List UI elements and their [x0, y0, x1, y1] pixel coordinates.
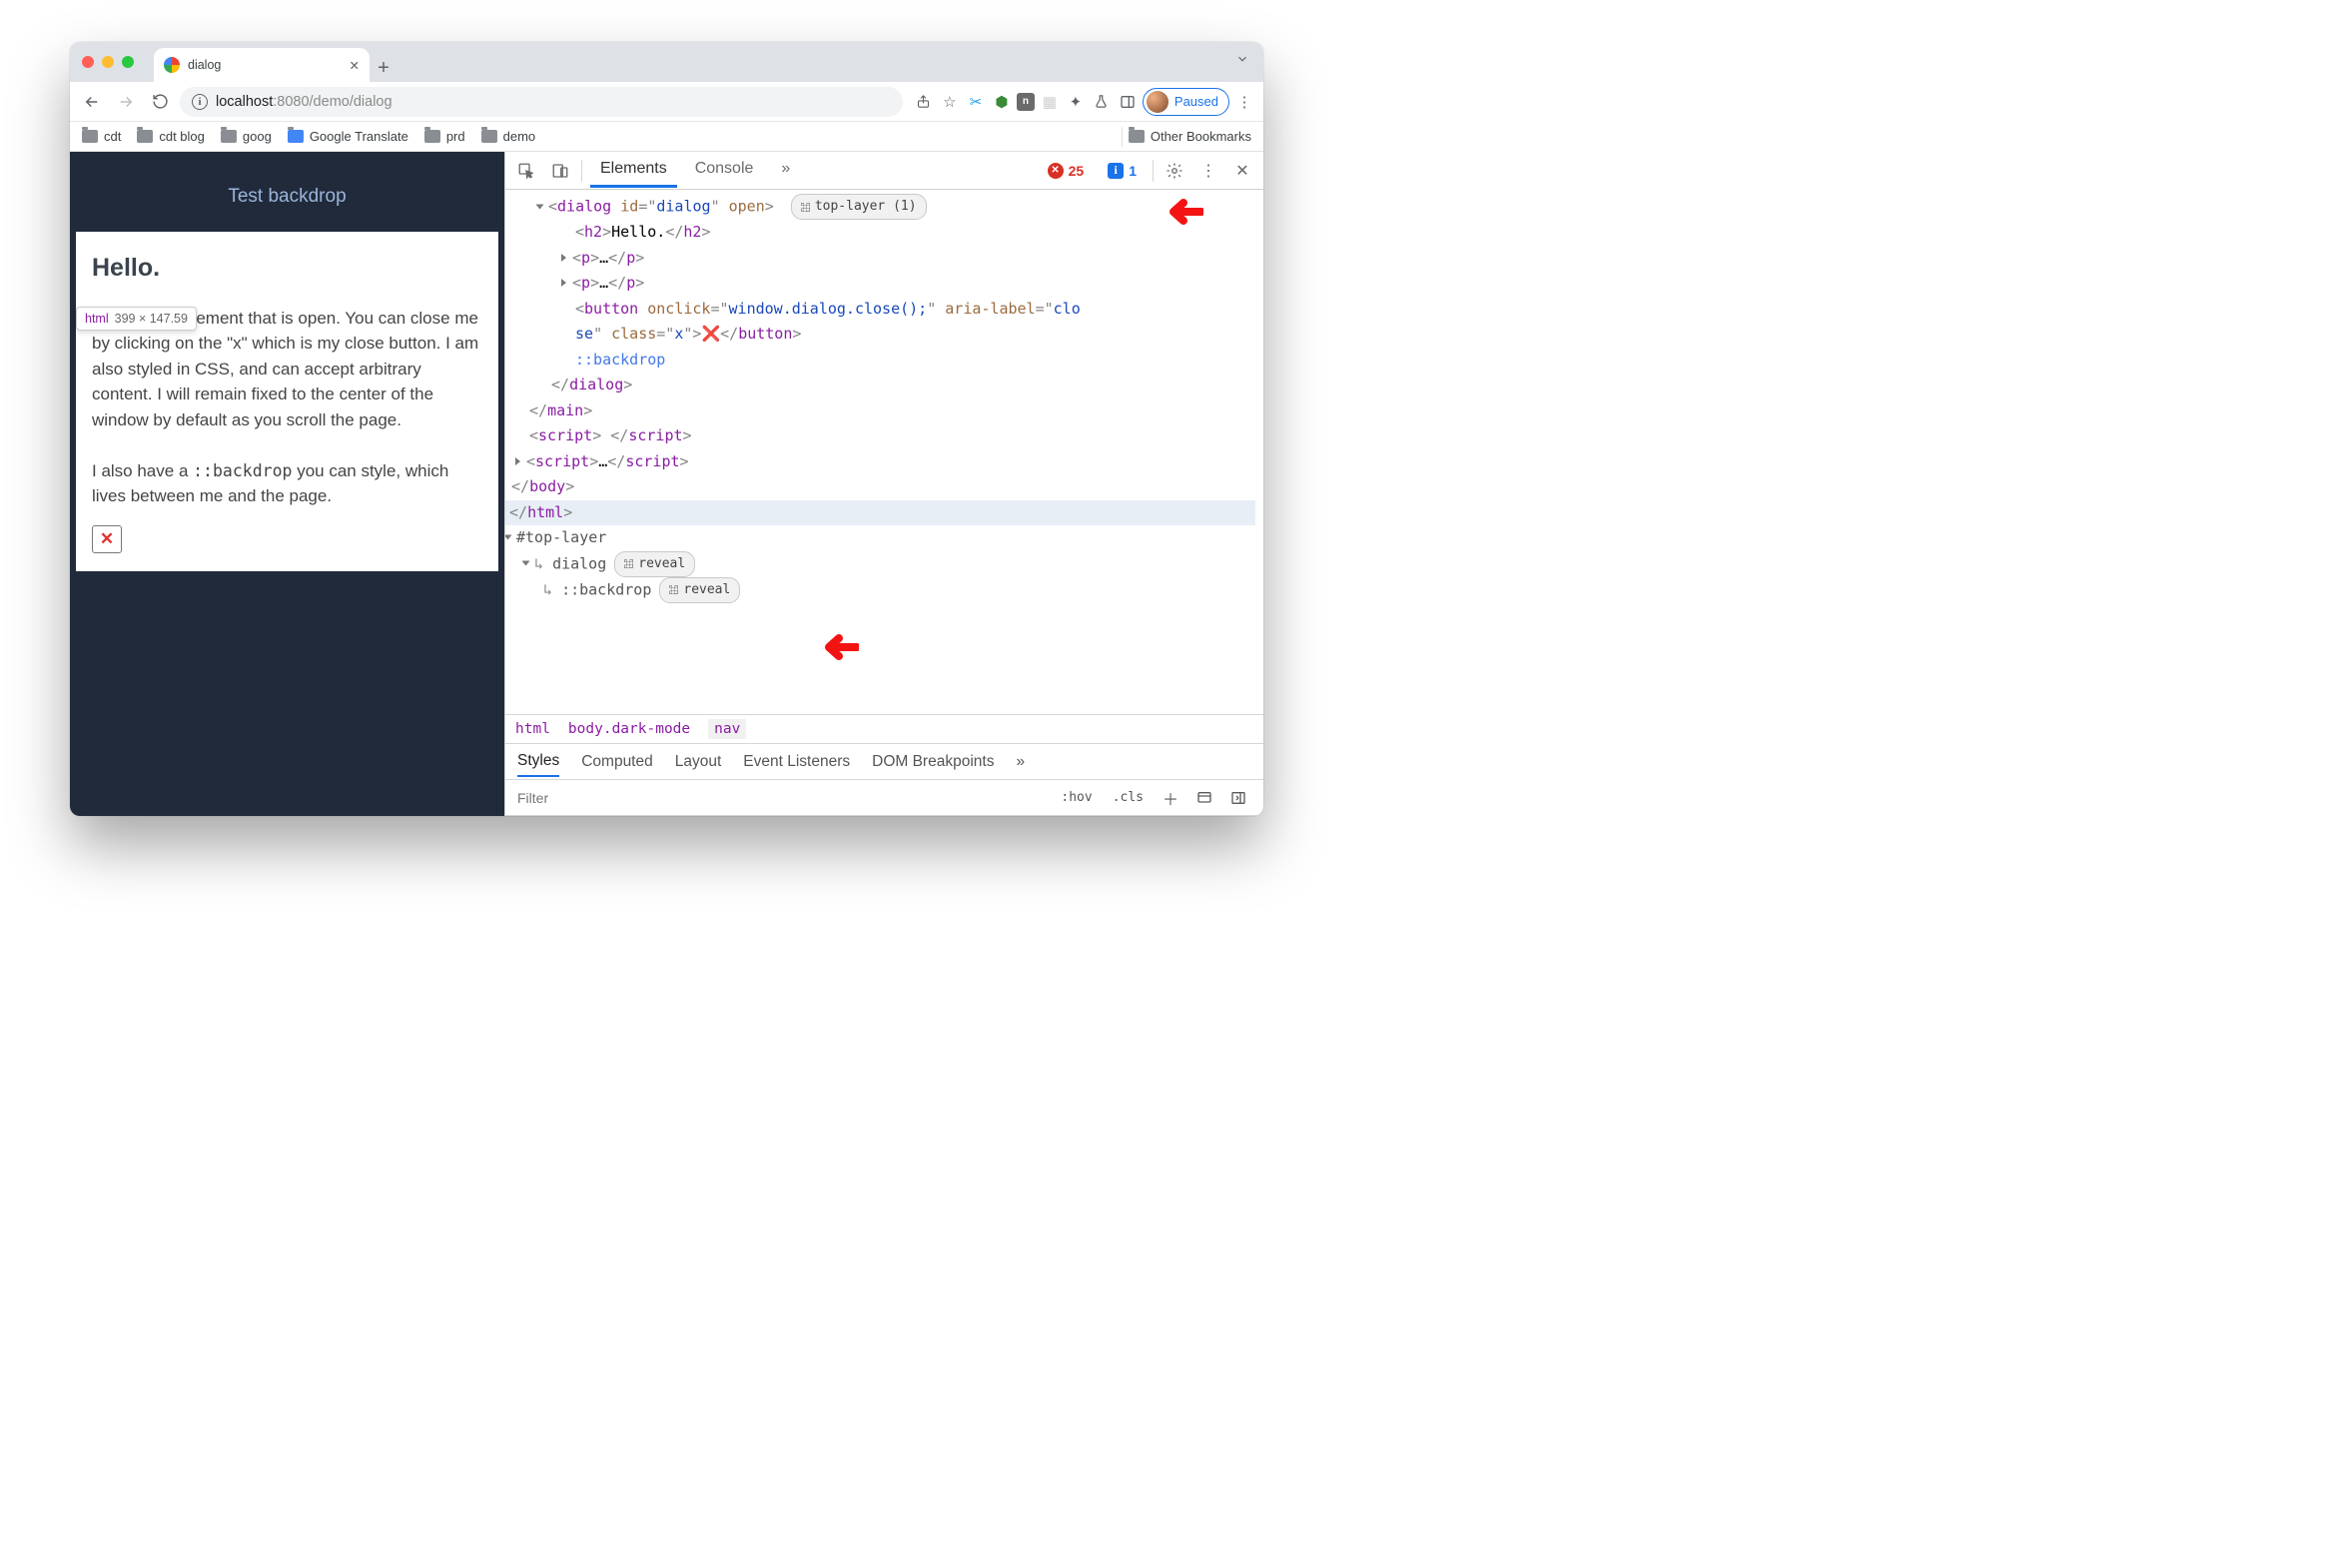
tab-console[interactable]: Console: [685, 153, 764, 188]
styles-tab-more[interactable]: »: [1016, 753, 1025, 771]
styles-tab-computed[interactable]: Computed: [581, 753, 653, 771]
devtools-close-icon[interactable]: ✕: [1229, 158, 1255, 184]
extension-n-icon[interactable]: n: [1017, 93, 1035, 111]
breadcrumb[interactable]: html body.dark-mode nav: [505, 714, 1263, 744]
test-backdrop-button[interactable]: Test backdrop: [70, 152, 504, 232]
star-icon[interactable]: ☆: [939, 91, 961, 113]
avatar: [1147, 91, 1168, 113]
new-style-rule-icon[interactable]: ＋: [1158, 785, 1183, 811]
extensions-puzzle-icon[interactable]: ✦: [1065, 91, 1087, 113]
side-panel-icon[interactable]: [1117, 91, 1139, 113]
close-window[interactable]: [82, 56, 94, 68]
zoom-window[interactable]: [122, 56, 134, 68]
styles-filter-bar: :hov .cls ＋: [505, 780, 1263, 816]
tooltip-dimensions: 399 × 147.59: [115, 312, 188, 326]
tooltip-tag: html: [85, 312, 109, 326]
crumb-html[interactable]: html: [515, 721, 550, 737]
url-text: localhost:8080/demo/dialog: [216, 94, 392, 110]
nav-back-button[interactable]: [78, 88, 106, 116]
devtools-kebab-icon[interactable]: ⋮: [1195, 158, 1221, 184]
browser-tab[interactable]: dialog ✕: [154, 48, 370, 82]
bookmarks-bar: cdt cdt blog goog Google Translate prd d…: [70, 122, 1263, 152]
crumb-nav[interactable]: nav: [708, 719, 746, 739]
devtools: Elements Console » ✕25 i1 ⋮ ✕ <dialog id…: [504, 152, 1263, 816]
inspect-icon[interactable]: [513, 158, 539, 184]
scissors-icon[interactable]: ✂: [965, 91, 987, 113]
tab-strip: dialog ✕ +: [70, 42, 1263, 82]
dialog-paragraph-2: I also have a ::backdrop you can style, …: [92, 458, 482, 509]
close-tab-icon[interactable]: ✕: [350, 58, 360, 73]
bookmark-demo[interactable]: demo: [481, 129, 536, 144]
info-count[interactable]: i1: [1100, 160, 1145, 182]
bookmark-cdt-blog[interactable]: cdt blog: [137, 129, 205, 144]
reveal-badge-dialog[interactable]: reveal: [614, 551, 695, 577]
divider: [1122, 127, 1123, 147]
error-count[interactable]: ✕25: [1040, 160, 1093, 182]
labs-flask-icon[interactable]: [1091, 91, 1113, 113]
top-layer-badge[interactable]: top-layer (1): [791, 194, 927, 220]
share-icon[interactable]: [913, 91, 935, 113]
dialog-heading: Hello.: [92, 250, 482, 288]
tabs-menu-icon[interactable]: [1235, 52, 1249, 71]
styles-tabs: Styles Computed Layout Event Listeners D…: [505, 744, 1263, 780]
elements-tree[interactable]: <dialog id="dialog" open> top-layer (1) …: [505, 190, 1263, 714]
styles-filter-input[interactable]: [517, 790, 698, 806]
bookmark-goog[interactable]: goog: [221, 129, 272, 144]
styles-tab-layout[interactable]: Layout: [675, 753, 722, 771]
inspect-tooltip: html 399 × 147.59: [76, 307, 197, 331]
reload-button[interactable]: [146, 88, 174, 116]
styles-tab-styles[interactable]: Styles: [517, 752, 559, 777]
bookmark-prd[interactable]: prd: [424, 129, 465, 144]
cls-toggle[interactable]: .cls: [1107, 788, 1150, 807]
profile-chip[interactable]: Paused: [1143, 88, 1229, 116]
dialog-close-button[interactable]: ✕: [92, 525, 122, 553]
styles-tab-dom-breakpoints[interactable]: DOM Breakpoints: [872, 753, 994, 771]
browser-window: dialog ✕ + i localhost:8080/demo/dialog …: [70, 42, 1263, 816]
bookmark-cdt[interactable]: cdt: [82, 129, 121, 144]
toggle-sidebar-icon[interactable]: [1225, 785, 1251, 811]
styles-pane-icon[interactable]: [1191, 785, 1217, 811]
reveal-badge-backdrop[interactable]: reveal: [659, 577, 740, 603]
page-viewport: Test backdrop Hello. I'm a dialog elemen…: [70, 152, 504, 816]
device-toggle-icon[interactable]: [547, 158, 573, 184]
extension-green-icon[interactable]: ⬢: [991, 91, 1013, 113]
toolbar: i localhost:8080/demo/dialog ☆ ✂ ⬢ n ▦ ✦…: [70, 82, 1263, 122]
styles-tab-listeners[interactable]: Event Listeners: [743, 753, 850, 771]
kebab-menu-icon[interactable]: ⋮: [1233, 91, 1255, 113]
tab-more[interactable]: »: [771, 153, 800, 188]
nav-forward-button: [112, 88, 140, 116]
bookmark-google-translate[interactable]: Google Translate: [288, 129, 408, 144]
other-bookmarks[interactable]: Other Bookmarks: [1129, 129, 1251, 144]
tab-elements[interactable]: Elements: [590, 153, 677, 188]
settings-gear-icon[interactable]: [1162, 158, 1187, 184]
hov-toggle[interactable]: :hov: [1055, 788, 1098, 807]
traffic-lights: [82, 42, 154, 82]
crumb-body[interactable]: body.dark-mode: [568, 721, 690, 737]
new-tab-button[interactable]: +: [370, 54, 397, 82]
address-bar[interactable]: i localhost:8080/demo/dialog: [180, 87, 903, 117]
favicon: [164, 57, 180, 73]
profile-label: Paused: [1174, 94, 1218, 109]
tab-title: dialog: [188, 58, 221, 72]
callout-arrow-icon: [815, 631, 859, 672]
devtools-toolbar: Elements Console » ✕25 i1 ⋮ ✕: [505, 152, 1263, 190]
minimize-window[interactable]: [102, 56, 114, 68]
extension-grid-icon[interactable]: ▦: [1039, 91, 1061, 113]
site-info-icon[interactable]: i: [192, 94, 208, 110]
dialog-element: Hello. I'm a dialog element that is open…: [76, 232, 498, 571]
